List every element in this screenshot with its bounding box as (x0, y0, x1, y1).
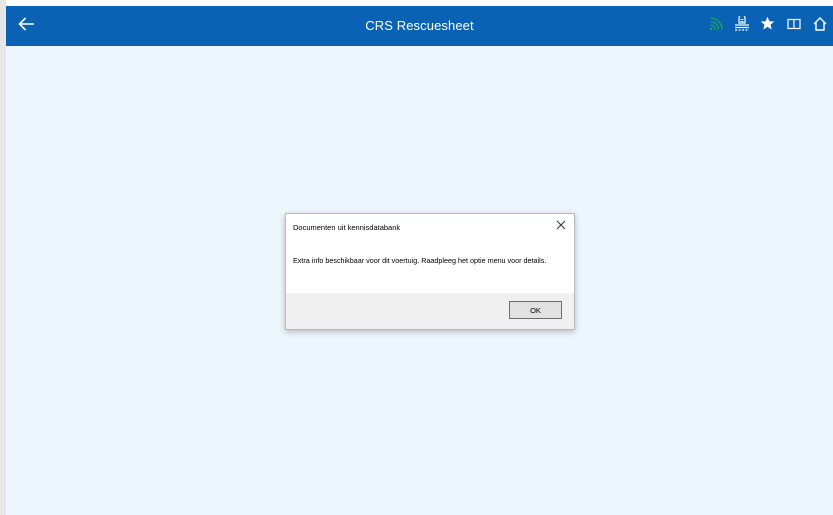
app-window: CRS Rescuesheet Documenten uit kennisdat… (0, 0, 833, 515)
documents-button[interactable] (730, 12, 753, 40)
home-button[interactable] (808, 12, 831, 40)
toolbar-actions (701, 6, 831, 46)
favorite-button[interactable] (756, 12, 779, 40)
signal-button[interactable] (704, 12, 727, 40)
manual-button[interactable] (782, 12, 805, 40)
dialog-message: Extra info beschikbaar voor dit voertuig… (293, 256, 547, 265)
book-icon (786, 17, 801, 35)
dialog-close-button[interactable] (553, 218, 569, 234)
ok-button[interactable]: OK (509, 301, 562, 319)
star-icon (760, 16, 775, 36)
document-stack-icon (733, 13, 751, 37)
back-button[interactable] (12, 12, 40, 40)
arrow-left-icon (18, 16, 34, 36)
signal-icon (709, 16, 723, 36)
dialog-footer: OK (286, 293, 574, 329)
dialog-title: Documenten uit kennisdatabank (293, 223, 401, 232)
message-dialog: Documenten uit kennisdatabank Extra info… (285, 213, 575, 330)
close-icon (556, 217, 566, 235)
home-icon (812, 16, 828, 37)
top-bar: CRS Rescuesheet (6, 6, 833, 46)
